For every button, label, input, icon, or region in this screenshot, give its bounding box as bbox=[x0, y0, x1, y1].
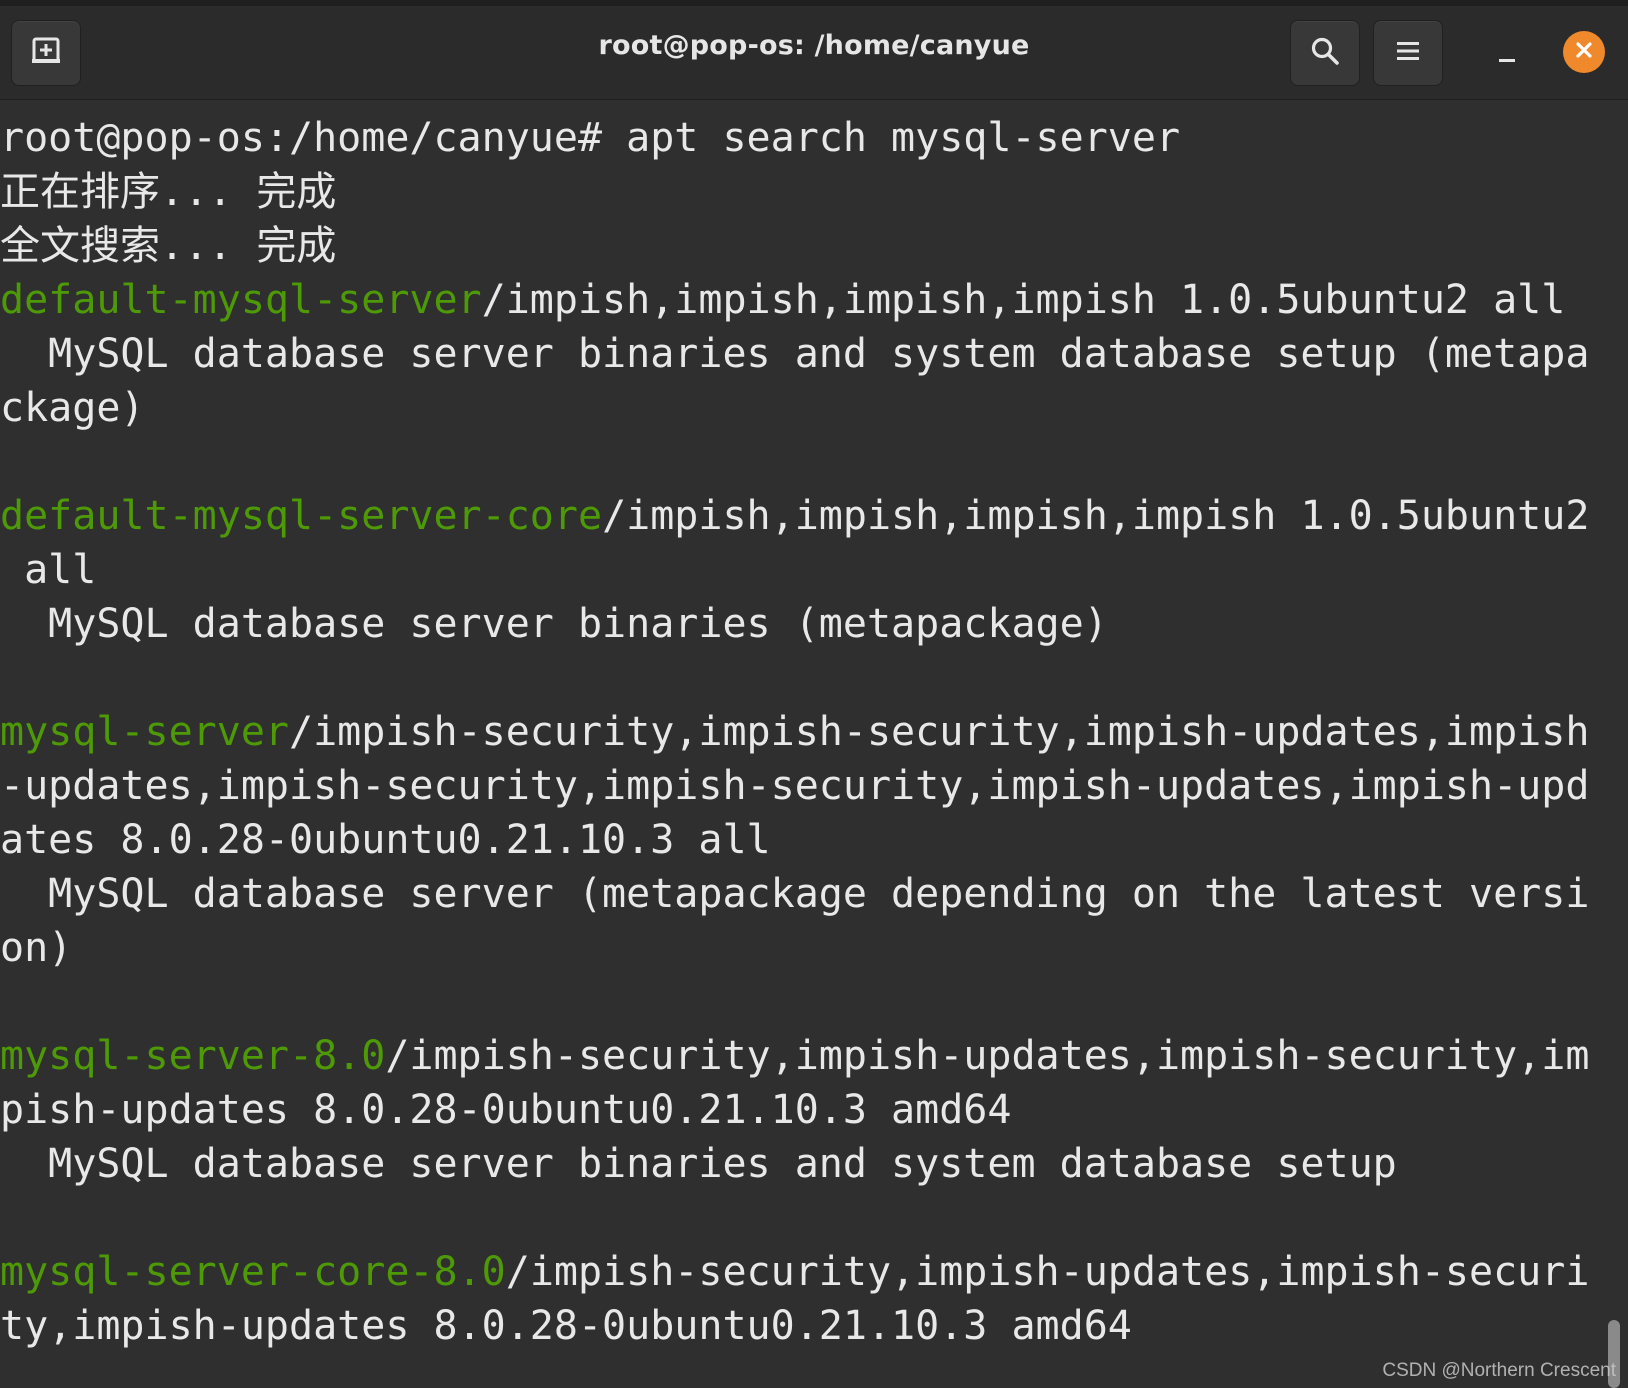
terminal-line: ckage) bbox=[0, 380, 145, 436]
terminal-line: pish-updates 8.0.28-0ubuntu0.21.10.3 amd… bbox=[0, 1082, 1011, 1138]
terminal-line: -updates,impish-security,impish-security… bbox=[0, 758, 1589, 814]
terminal-line: MySQL database server binaries (metapack… bbox=[0, 596, 1108, 652]
terminal-text: all bbox=[0, 547, 97, 593]
package-name: mysql-server-8.0 bbox=[0, 1033, 386, 1079]
terminal-line: 正在排序... 完成 bbox=[0, 164, 336, 220]
terminal-line: on) bbox=[0, 920, 72, 976]
terminal-text: /impish-security,impish-updates,impish-s… bbox=[385, 1033, 1590, 1079]
package-name: mysql-server-core-8.0 bbox=[0, 1249, 506, 1295]
terminal-text: /impish-security,impish-updates,impish-s… bbox=[505, 1249, 1590, 1295]
search-icon bbox=[1310, 36, 1340, 70]
terminal-line: root@pop-os:/home/canyue# apt search mys… bbox=[0, 110, 1180, 166]
terminal-text: MySQL database server (metapackage depen… bbox=[0, 871, 1590, 917]
terminal-text: MySQL database server binaries and syste… bbox=[0, 1141, 1397, 1187]
terminal-line: default-mysql-server-core/impish,impish,… bbox=[0, 488, 1589, 544]
terminal-line: MySQL database server binaries and syste… bbox=[0, 1136, 1397, 1192]
terminal-text: /impish,impish,impish,impish 1.0.5ubuntu… bbox=[602, 493, 1590, 539]
terminal-line: default-mysql-server/impish,impish,impis… bbox=[0, 272, 1565, 328]
titlebar: root@pop-os: /home/canyue bbox=[0, 0, 1628, 100]
terminal-text: MySQL database server binaries and syste… bbox=[0, 331, 1590, 377]
terminal-line: mysql-server/impish-security,impish-secu… bbox=[0, 704, 1589, 760]
terminal-window: root@pop-os: /home/canyue root@pop-os:/h… bbox=[0, 0, 1628, 1388]
terminal-line: ty,impish-updates 8.0.28-0ubuntu0.21.10.… bbox=[0, 1298, 1132, 1354]
package-name: default-mysql-server-core bbox=[0, 493, 603, 539]
terminal-text: ates 8.0.28-0ubuntu0.21.10.3 all bbox=[0, 817, 771, 863]
minimize-button[interactable] bbox=[1490, 36, 1524, 70]
terminal-text: MySQL database server binaries (metapack… bbox=[0, 601, 1108, 647]
terminal-text: -updates,impish-security,impish-security… bbox=[0, 763, 1590, 809]
terminal-line: mysql-server-8.0/impish-security,impish-… bbox=[0, 1028, 1589, 1084]
terminal-text: 正在排序... 完成 bbox=[0, 169, 337, 215]
terminal-text: 全文搜索... 完成 bbox=[0, 223, 337, 269]
terminal-text: root@pop-os:/home/canyue# apt search mys… bbox=[0, 115, 1181, 161]
terminal-text: on) bbox=[0, 925, 73, 971]
terminal-text: /impish,impish,impish,impish 1.0.5ubuntu… bbox=[481, 277, 1566, 323]
terminal-text: ckage) bbox=[0, 385, 145, 431]
terminal-output[interactable]: root@pop-os:/home/canyue# apt search mys… bbox=[0, 110, 1600, 1388]
terminal-line: MySQL database server binaries and syste… bbox=[0, 326, 1589, 382]
minimize-icon bbox=[1499, 58, 1515, 62]
terminal-line: ates 8.0.28-0ubuntu0.21.10.3 all bbox=[0, 812, 771, 868]
menu-button[interactable] bbox=[1373, 20, 1443, 86]
terminal-text: ty,impish-updates 8.0.28-0ubuntu0.21.10.… bbox=[0, 1303, 1132, 1349]
close-icon bbox=[1575, 41, 1593, 63]
terminal-text: pish-updates 8.0.28-0ubuntu0.21.10.3 amd… bbox=[0, 1087, 1012, 1133]
terminal-line: mysql-server-core-8.0/impish-security,im… bbox=[0, 1244, 1589, 1300]
terminal-line: 全文搜索... 完成 bbox=[0, 218, 336, 274]
hamburger-menu-icon bbox=[1396, 40, 1420, 66]
search-button[interactable] bbox=[1290, 20, 1360, 86]
terminal-line: all bbox=[0, 542, 96, 598]
watermark: CSDN @Northern Crescent bbox=[1382, 1360, 1616, 1381]
package-name: default-mysql-server bbox=[0, 277, 482, 323]
close-button[interactable] bbox=[1563, 31, 1605, 73]
terminal-text: /impish-security,impish-security,impish-… bbox=[288, 709, 1590, 755]
package-name: mysql-server bbox=[0, 709, 289, 755]
terminal-line: MySQL database server (metapackage depen… bbox=[0, 866, 1589, 922]
